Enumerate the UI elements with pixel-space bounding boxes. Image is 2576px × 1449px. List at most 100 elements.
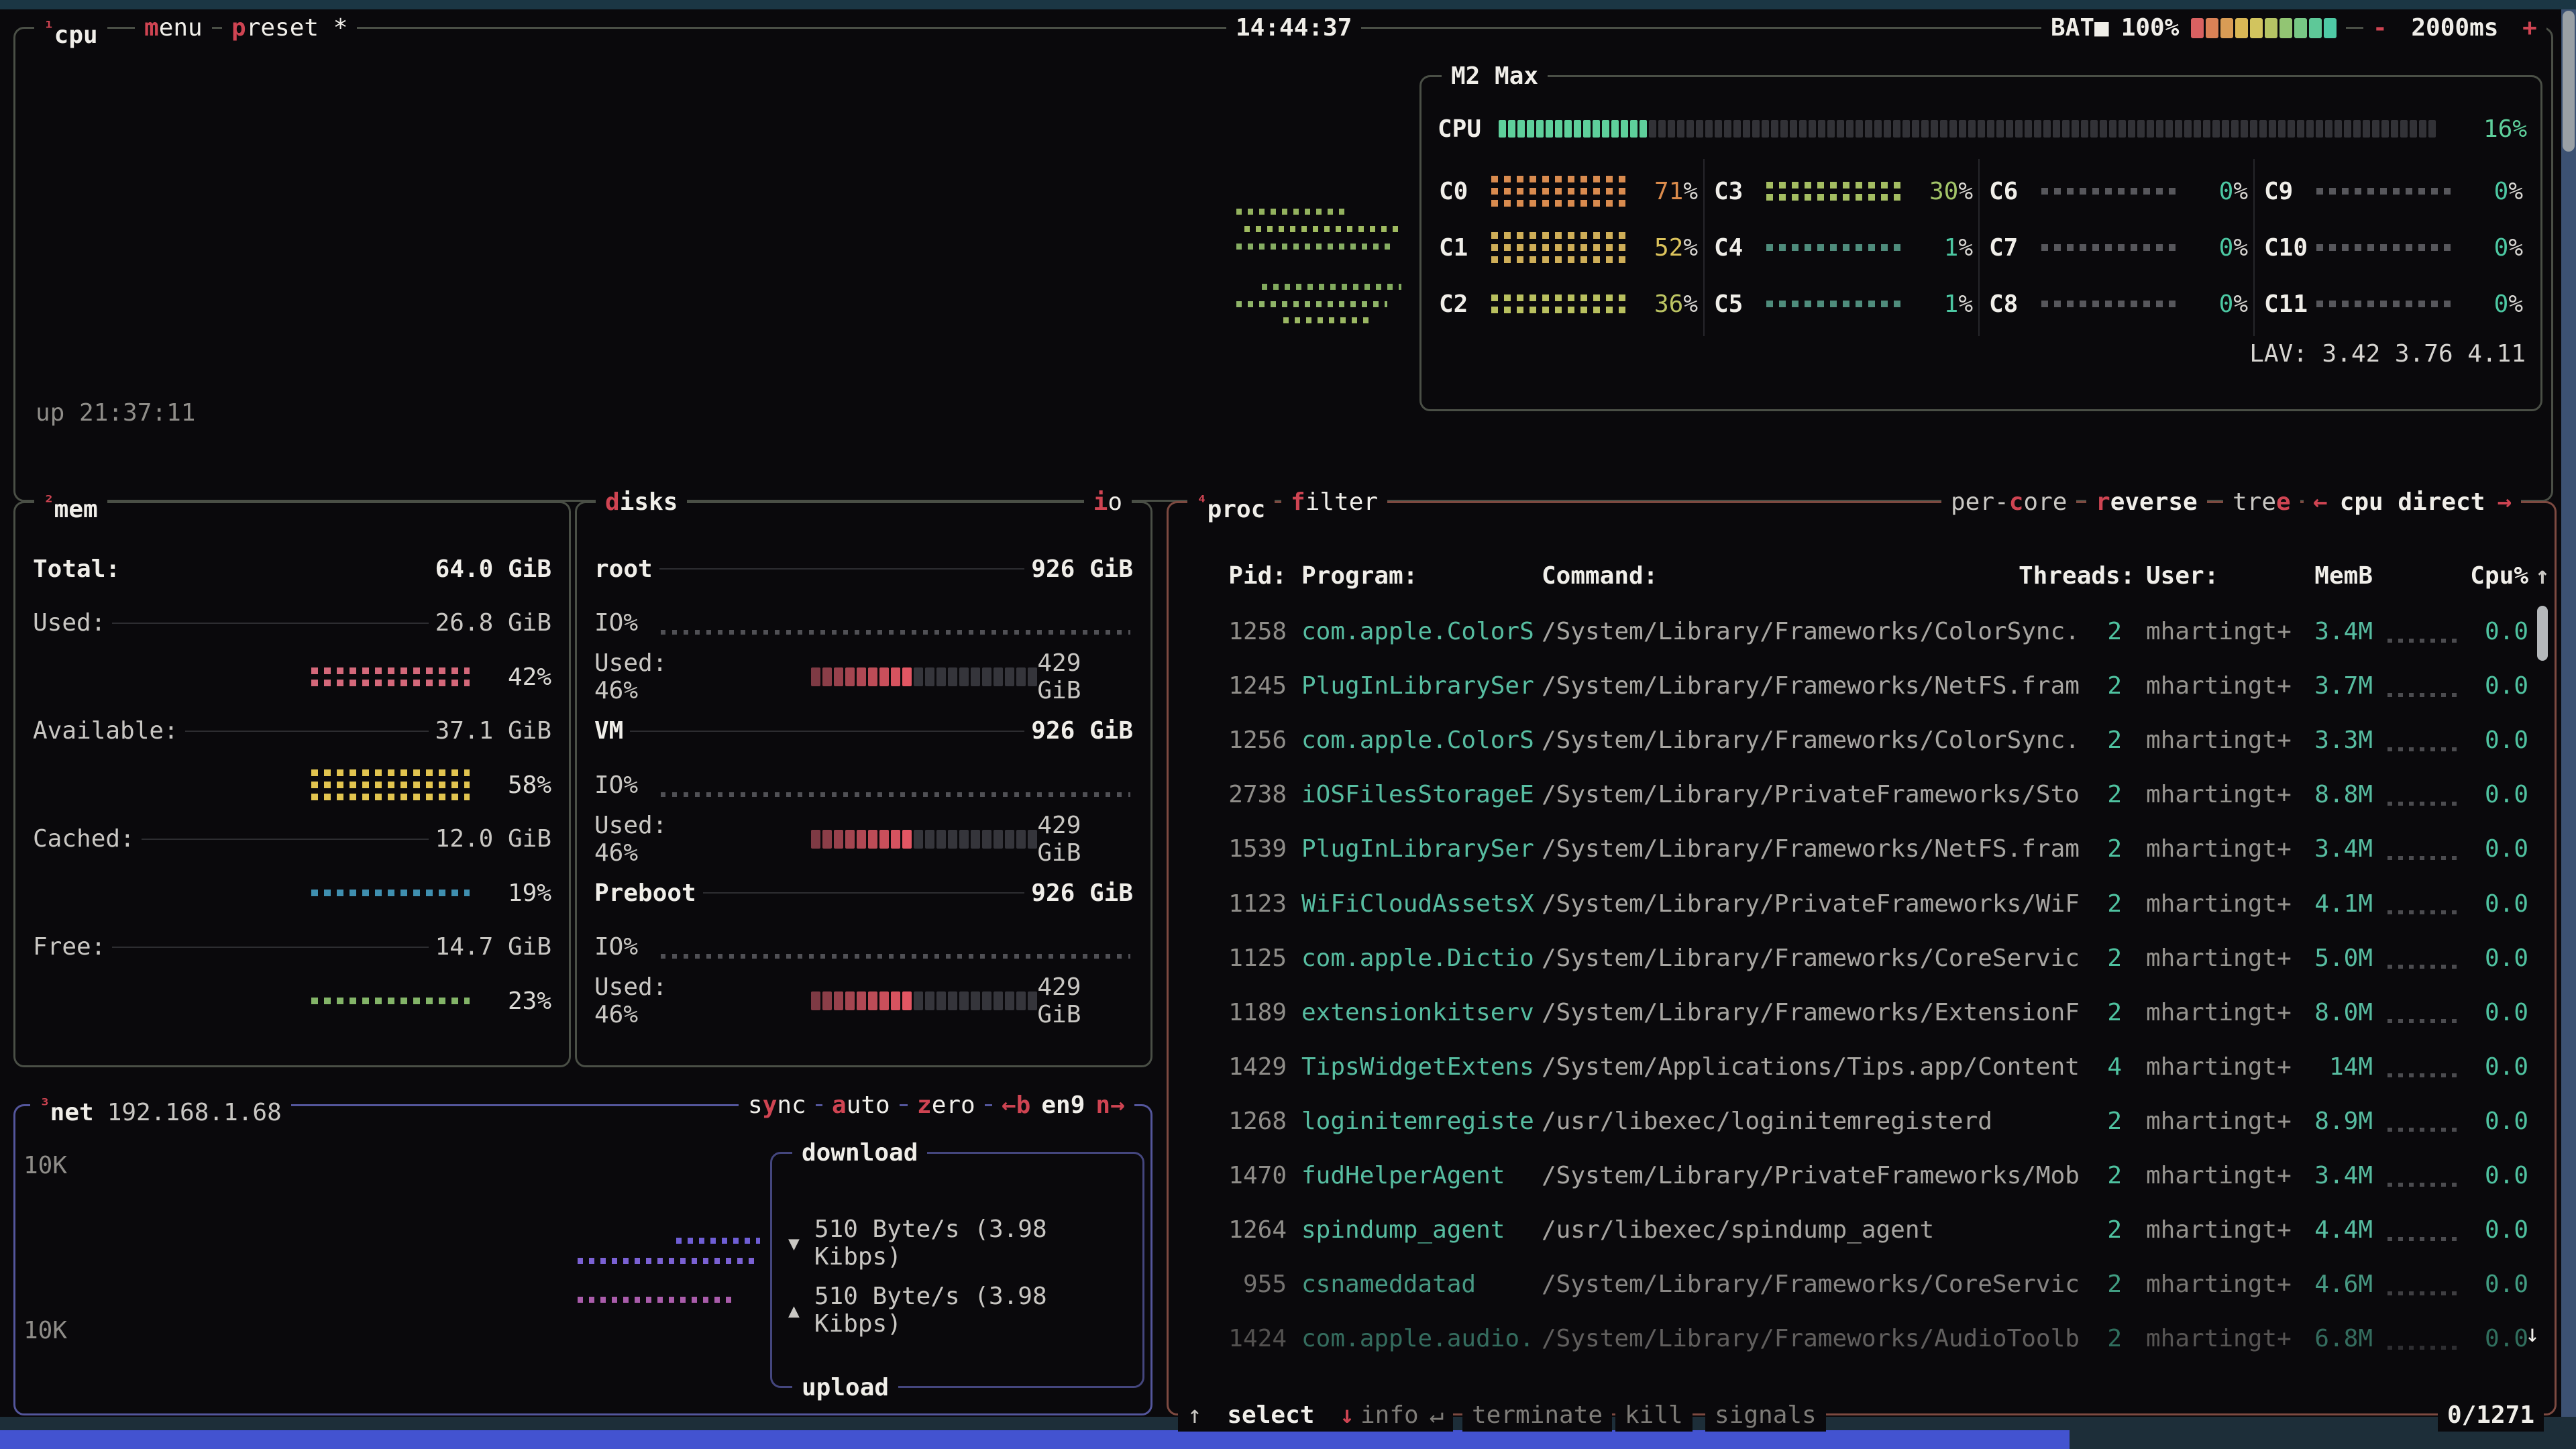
core-percent: 36% (1636, 290, 1698, 318)
cpu-meter-block (2165, 120, 2173, 138)
interface-switcher[interactable]: ←ben9n→ (992, 1089, 1134, 1122)
process-user: mhartingt+ (2146, 945, 2294, 972)
cpu-meter-block (2316, 120, 2323, 138)
cpu-meter-block (1949, 120, 1957, 138)
process-program: PlugInLibrarySer (1301, 835, 1527, 863)
reverse-button[interactable]: reverse (2086, 486, 2207, 519)
process-row[interactable]: 1125com.apple.Dictio/System/Library/Fram… (1169, 931, 2567, 985)
process-row[interactable]: 1245PlugInLibrarySer/System/Library/Fram… (1169, 659, 2567, 713)
signals-button[interactable]: signals (1705, 1399, 1826, 1432)
cpu-meter-block (1508, 120, 1515, 138)
disk-used-row: Used: 46%429 GiB (590, 974, 1137, 1028)
disk-size: 926 GiB (1031, 717, 1133, 745)
process-mem: 8.9M (2294, 1108, 2373, 1135)
auto-button[interactable]: auto (822, 1089, 900, 1122)
process-program: com.apple.Dictio (1301, 945, 1527, 972)
disk-entries: root926 GiBIO%Used: 46%429 GiBVM926 GiBI… (590, 542, 1137, 1028)
proc-scrollbar-thumb[interactable] (2537, 606, 2548, 661)
disk-used-meter (811, 667, 1037, 686)
col-header-command[interactable]: Command: (1542, 562, 1658, 592)
sync-button[interactable]: sync (739, 1089, 816, 1122)
cpu-graph-dots (1236, 244, 1394, 250)
core-name: C11 (2264, 290, 2316, 318)
process-row[interactable]: 2738iOSFilesStorageE/System/Library/Priv… (1169, 767, 2567, 822)
process-row[interactable]: 1256com.apple.ColorS/System/Library/Fram… (1169, 713, 2567, 767)
process-row[interactable]: 1470fudHelperAgent/System/Library/Privat… (1169, 1148, 2567, 1203)
cpu-meter-block (2015, 120, 2023, 138)
mem-meter (311, 769, 470, 800)
tree-button[interactable]: tree (2223, 486, 2300, 519)
info-button[interactable]: info↵ (1351, 1399, 1453, 1432)
process-row[interactable]: 1123WiFiCloudAssetsX/System/Library/Priv… (1169, 877, 2567, 931)
core-name: C7 (1989, 234, 2041, 262)
cpu-meter-block (2072, 120, 2079, 138)
terminal-scrollbar-thumb[interactable] (2563, 11, 2575, 152)
core-usage-dots (2041, 188, 2176, 195)
io-mode-button[interactable]: io (1084, 486, 1132, 519)
terminate-button[interactable]: terminate (1462, 1399, 1612, 1432)
process-row[interactable]: 1424com.apple.audio./System/Library/Fram… (1169, 1311, 2567, 1366)
core-cell: C90% (2256, 163, 2531, 219)
disk-used-block (936, 667, 946, 686)
process-cpu: 0.0 (2461, 835, 2528, 863)
disk-used-block (857, 667, 866, 686)
core-divider (1978, 159, 1980, 336)
disk-used-block (982, 667, 991, 686)
col-header-threads[interactable]: Threads: (2019, 562, 2126, 592)
process-threads: 2 (2073, 1271, 2122, 1298)
net-graph-dots (676, 1238, 760, 1244)
filter-button[interactable]: filter (1281, 486, 1387, 519)
process-pid: 1429 (1185, 1053, 1287, 1081)
process-row[interactable]: 955csnameddatad/System/Library/Framework… (1169, 1257, 2567, 1311)
menu-button[interactable]: menu (135, 12, 212, 44)
disk-used-block (936, 830, 946, 849)
interval-minus-button[interactable]: - (2373, 14, 2387, 42)
col-header-cpu[interactable]: Cpu% (2448, 562, 2528, 592)
core-percent: 1% (1911, 234, 1973, 262)
tab-disks[interactable]: disks (596, 486, 687, 519)
sort-direction-icon[interactable]: ↑ (2535, 562, 2550, 592)
core-name: C1 (1439, 234, 1491, 262)
process-row[interactable]: 1539PlugInLibrarySer/System/Library/Fram… (1169, 822, 2567, 876)
preset-button[interactable]: preset * (222, 12, 357, 44)
process-row[interactable]: 1189extensionkitserv/System/Library/Fram… (1169, 985, 2567, 1040)
cpu-meter-block (2269, 120, 2276, 138)
tab-mem[interactable]: ²mem (34, 486, 107, 519)
process-row[interactable]: 1268loginitemregiste/usr/libexec/loginit… (1169, 1094, 2567, 1148)
process-threads: 2 (2073, 945, 2122, 972)
process-row[interactable]: 1429TipsWidgetExtens/System/Applications… (1169, 1040, 2567, 1094)
disk-used-block (948, 830, 957, 849)
leader-line (185, 731, 429, 732)
disk-name-row: VM926 GiB (590, 704, 1137, 759)
process-row[interactable]: 1258com.apple.ColorS/System/Library/Fram… (1169, 604, 2567, 659)
disk-used-block (822, 667, 832, 686)
process-user: mhartingt+ (2146, 1216, 2294, 1244)
cpu-meter-block (1583, 120, 1591, 138)
tab-cpu[interactable]: ¹cpu (34, 12, 107, 44)
mem-stat-row: Available:37.1 GiB (29, 704, 555, 759)
interval-plus-button[interactable]: + (2522, 14, 2537, 42)
tab-net[interactable]: ³net192.168.1.68 (30, 1089, 291, 1122)
leader-dots (2387, 1073, 2461, 1077)
process-user: mhartingt+ (2146, 999, 2294, 1026)
cpu-meter-block (1677, 120, 1684, 138)
select-control[interactable]: ↑ select ↓ (1178, 1399, 1364, 1432)
zero-button[interactable]: zero (908, 1089, 985, 1122)
per-core-button[interactable]: per-core (1941, 486, 2076, 519)
process-command: /System/Library/Frameworks/ColorSync. (1542, 618, 2073, 645)
sort-selector[interactable]: ←cpu direct→ (2304, 486, 2521, 519)
cpu-meter-block (1593, 120, 1600, 138)
tab-proc[interactable]: ⁴proc (1187, 486, 1275, 519)
leader-dots (2387, 802, 2461, 806)
col-header-memb[interactable]: MemB (2292, 562, 2373, 592)
mem-meter (311, 998, 470, 1004)
kill-button[interactable]: kill (1615, 1399, 1693, 1432)
cpu-meter (1499, 120, 2443, 138)
process-pid: 1470 (1185, 1162, 1287, 1189)
col-header-pid[interactable]: Pid: (1185, 562, 1287, 592)
disk-used-block (948, 667, 957, 686)
process-row[interactable]: 1264spindump_agent/usr/libexec/spindump_… (1169, 1203, 2567, 1257)
disk-used-block (857, 991, 866, 1010)
col-header-program[interactable]: Program: (1301, 562, 1417, 592)
col-header-user[interactable]: User: (2146, 562, 2218, 592)
